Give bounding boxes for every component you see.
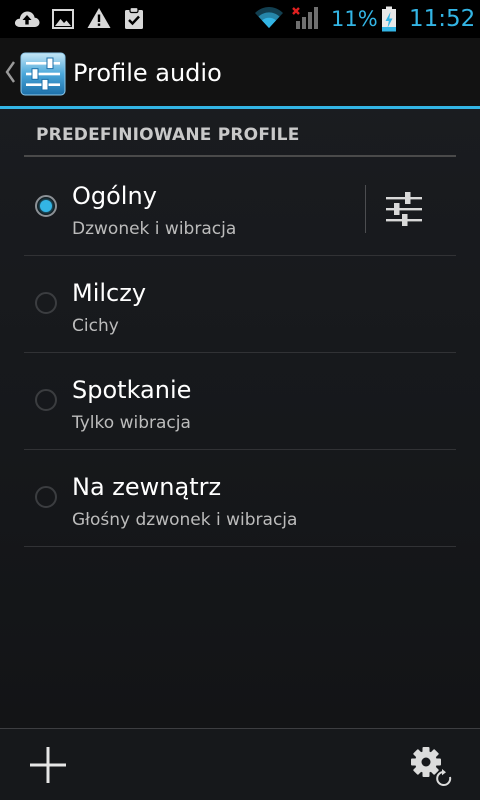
- profile-title: Milczy: [72, 279, 147, 307]
- reset-settings-button[interactable]: [406, 743, 458, 789]
- page-title: Profile audio: [73, 59, 222, 87]
- action-bar-divider: [0, 106, 480, 109]
- profile-settings-button[interactable]: [382, 187, 428, 231]
- clock: 11:52: [409, 6, 476, 32]
- profile-item-na-zewnatrz[interactable]: Na zewnątrz Głośny dzwonek i wibracja: [24, 450, 456, 547]
- profile-item-milczy[interactable]: Milczy Cichy: [24, 256, 456, 353]
- up-caret-icon[interactable]: [4, 57, 16, 87]
- battery-charging-icon: [381, 6, 397, 36]
- profile-title: Na zewnątrz: [72, 473, 222, 501]
- sliders-icon: [386, 192, 422, 226]
- action-bar: Profile audio: [0, 38, 480, 106]
- radio-button-ogolny[interactable]: [35, 195, 57, 217]
- profile-title: Ogólny: [72, 182, 157, 210]
- section-divider: [24, 155, 456, 157]
- profile-subtitle: Głośny dzwonek i wibracja: [72, 510, 298, 530]
- status-bar: 11% 11:52: [0, 0, 480, 38]
- profile-subtitle: Dzwonek i wibracja: [72, 219, 237, 239]
- profile-item-spotkanie[interactable]: Spotkanie Tylko wibracja: [24, 353, 456, 450]
- profile-subtitle: Cichy: [72, 316, 119, 336]
- screen: 11% 11:52 Profile audio PREDEFINIOWANE P…: [0, 0, 480, 800]
- add-profile-button[interactable]: [26, 743, 70, 787]
- profile-subtitle: Tylko wibracja: [72, 413, 191, 433]
- cellular-signal-no-service-icon: [290, 4, 320, 34]
- section-header: PREDEFINIOWANE PROFILE: [36, 125, 300, 145]
- settings-reset-icon: [411, 747, 452, 786]
- profile-item-ogolny[interactable]: Ogólny Dzwonek i wibracja: [24, 159, 456, 256]
- radio-button-spotkanie[interactable]: [35, 389, 57, 411]
- bottom-action-bar: [0, 728, 480, 800]
- profile-title: Spotkanie: [72, 376, 192, 404]
- radio-button-milczy[interactable]: [35, 292, 57, 314]
- add-icon: [30, 747, 66, 783]
- battery-percent: 11%: [331, 7, 378, 31]
- equalizer-settings-icon[interactable]: [20, 52, 66, 96]
- gallery-image-icon: [52, 8, 74, 34]
- settings-divider: [365, 185, 366, 233]
- clipboard-check-icon: [123, 6, 145, 34]
- upload-cloud-icon: [14, 9, 40, 33]
- radio-button-na-zewnatrz[interactable]: [35, 486, 57, 508]
- list-divider: [24, 546, 456, 547]
- warning-icon: [87, 7, 111, 33]
- wifi-icon: [254, 6, 284, 34]
